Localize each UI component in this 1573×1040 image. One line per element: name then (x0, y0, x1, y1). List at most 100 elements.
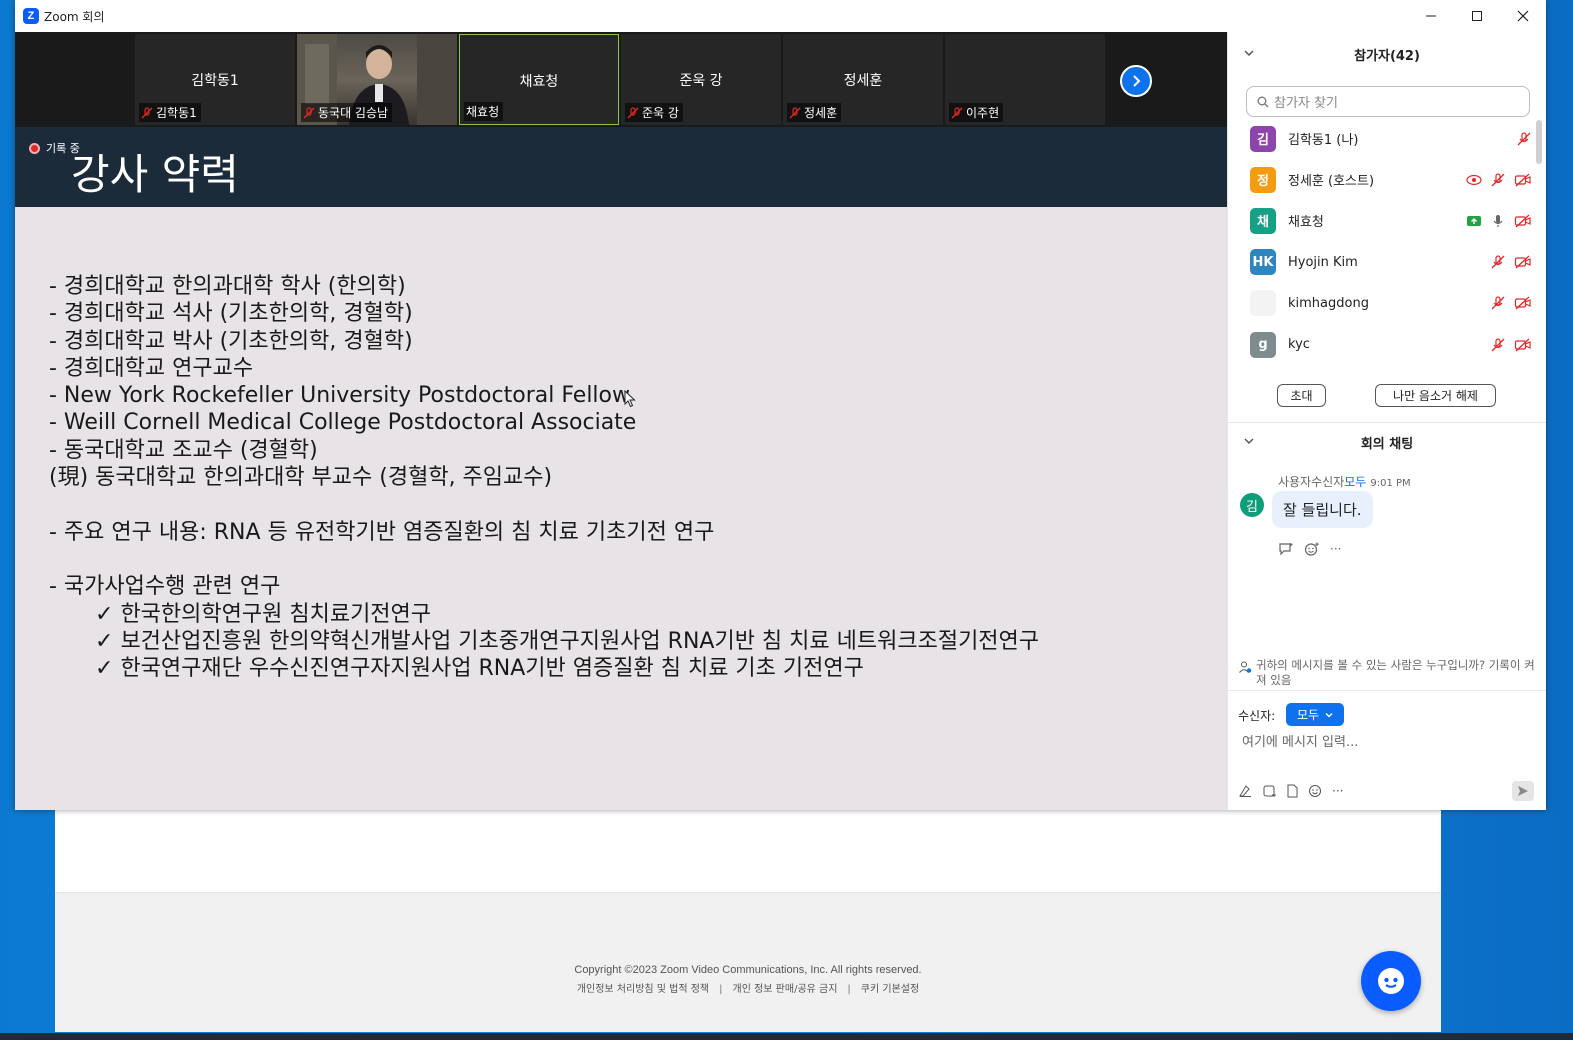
title-bar: Z Zoom 회의 (15, 0, 1546, 32)
video-off-icon[interactable] (1514, 172, 1532, 188)
chat-message-input[interactable] (1242, 731, 1532, 753)
mic-muted-icon[interactable] (1490, 337, 1506, 353)
chevron-down-icon[interactable] (1244, 48, 1254, 58)
chat-compose: 수신자: 모두 ··· (1228, 690, 1546, 810)
video-off-icon[interactable] (1514, 337, 1532, 353)
video-tile[interactable]: 이주현 (945, 34, 1105, 125)
maximize-button[interactable] (1454, 0, 1500, 32)
slide-check-item: ✓ 한국한의학연구원 침치료기전연구 (49, 601, 1039, 628)
slide-line: - 주요 연구 내용: RNA 등 유전학기반 염증질환의 침 치료 기초기전 … (49, 519, 715, 545)
browser-page: Copyright ©2023 Zoom Video Communication… (55, 810, 1441, 1032)
help-chat-button[interactable] (1361, 951, 1421, 1011)
search-placeholder: 참가자 찾기 (1274, 96, 1338, 111)
participant-avatar: 채 (1250, 207, 1276, 234)
chevron-down-icon[interactable] (1244, 436, 1254, 446)
footer-link-do-not-sell[interactable]: 개인 정보 판매/공유 금지 (733, 984, 838, 995)
chat-recipient[interactable]: 모두 (1344, 475, 1366, 489)
shared-screen-slide: 기록 중 강사 약력 - 경희대학교 한의과대학 학사 (한의학) - 경희대학… (15, 127, 1227, 810)
chatbot-icon (1378, 968, 1404, 994)
footer-separator: | (847, 984, 851, 995)
chat-header: 회의 채팅 (1228, 422, 1546, 462)
format-text-icon[interactable] (1238, 784, 1253, 798)
tile-name-label: 동국대 김승남 (301, 103, 393, 122)
gallery-next-button[interactable] (1120, 65, 1152, 97)
participant-avatar: 김 (1250, 125, 1276, 152)
slide-spacer (49, 546, 1039, 573)
slide-check-item: ✓ 한국연구재단 우수신진연구자지원사업 RNA기반 염증질환 침 치료 기초 … (49, 655, 1039, 682)
slide-line: - 경희대학교 한의과대학 학사 (한의학) (49, 274, 406, 299)
video-tile[interactable]: 동국대 김승남 (297, 34, 457, 125)
participant-list: 김 김학동1 (나) 정 정세훈 (호스트) 채 채효청 HK Hyojin K… (1228, 118, 1546, 365)
more-tools-icon[interactable]: ··· (1332, 784, 1343, 798)
send-button[interactable] (1512, 781, 1534, 801)
participant-row[interactable]: 김 김학동1 (나) (1228, 118, 1546, 159)
participant-row[interactable]: kimhagdong (1228, 283, 1546, 324)
participant-status (1490, 254, 1532, 270)
video-off-icon[interactable] (1514, 254, 1532, 270)
zoom-logo-icon: Z (23, 8, 39, 24)
participant-list-scrollbar[interactable] (1536, 120, 1542, 164)
emoji-icon[interactable] (1308, 784, 1323, 798)
participant-avatar: HK (1250, 249, 1276, 276)
close-button[interactable] (1500, 0, 1546, 32)
participant-name: kimhagdong (1288, 295, 1369, 311)
chat-sender: 사용자수신자 (1278, 475, 1345, 489)
mic-muted-icon (951, 106, 963, 118)
video-tile[interactable]: 김학동1 김학동1 (135, 34, 295, 125)
add-reaction-icon[interactable] (1304, 542, 1320, 556)
slide-line: - 경희대학교 석사 (기초한의학, 경혈학) (49, 301, 413, 327)
screen-share-icon (1467, 215, 1481, 226)
reply-icon[interactable] (1278, 542, 1294, 556)
more-options-icon[interactable]: ··· (1330, 542, 1341, 556)
mic-muted-icon[interactable] (1516, 131, 1532, 147)
window-title: Zoom 회의 (44, 9, 105, 24)
participants-header: 참가자(42) (1228, 34, 1546, 74)
minimize-button[interactable] (1408, 0, 1454, 32)
participant-avatar: g (1250, 331, 1276, 358)
unmute-me-button[interactable]: 나만 음소거 해제 (1375, 384, 1496, 407)
slide-line: - 경희대학교 박사 (기초한의학, 경혈학) (49, 328, 413, 354)
video-off-icon[interactable] (1514, 295, 1532, 311)
video-tile-active-speaker[interactable]: 채효청 채효청 (459, 34, 619, 125)
footer-link-cookies[interactable]: 쿠키 기본설정 (861, 984, 919, 995)
tile-display-name: 정세훈 (843, 73, 883, 89)
close-icon (1517, 10, 1529, 22)
invite-button[interactable]: 초대 (1277, 384, 1326, 407)
participant-row[interactable]: 정 정세훈 (호스트) (1228, 159, 1546, 200)
tile-display-name: 김학동1 (191, 73, 239, 89)
tile-name-label: 정세훈 (787, 103, 842, 122)
participant-row[interactable]: 채 채효청 (1228, 200, 1546, 241)
slide-check-item: ✓ 보건산업진흥원 한의약혁신개발사업 기초중개연구지원사업 RNA기반 침 치… (49, 628, 1039, 655)
footer-link-privacy[interactable]: 개인정보 처리방침 및 법적 정책 (577, 984, 709, 995)
compose-toolbar: ··· (1238, 784, 1343, 798)
chat-privacy-note[interactable]: 귀하의 메시지를 볼 수 있는 사람은 누구입니까? 기록이 켜져 있음 (1238, 658, 1538, 688)
minimize-icon (1426, 15, 1436, 17)
file-icon[interactable] (1286, 784, 1299, 798)
video-off-icon[interactable] (1514, 213, 1532, 229)
chat-title: 회의 채팅 (1360, 436, 1414, 452)
taskbar (0, 1033, 1573, 1040)
video-tile[interactable]: 정세훈 정세훈 (783, 34, 943, 125)
chat-message-bubble[interactable]: 잘 들립니다. (1272, 491, 1373, 528)
mic-on-icon[interactable] (1490, 213, 1506, 229)
screenshot-icon[interactable] (1262, 784, 1277, 798)
chat-sender-avatar: 김 (1240, 493, 1264, 517)
recipient-dropdown[interactable]: 모두 (1286, 703, 1344, 726)
recording-icon (1466, 174, 1482, 185)
page-footer: Copyright ©2023 Zoom Video Communication… (55, 892, 1441, 1032)
window-controls (1408, 0, 1546, 32)
participant-search[interactable]: 참가자 찾기 (1246, 86, 1530, 117)
video-tile[interactable]: 준욱 강 준욱 강 (621, 34, 781, 125)
recording-dot-icon (29, 142, 40, 154)
checkmark-icon: ✓ (95, 601, 121, 627)
chat-message-actions: ··· (1278, 542, 1341, 556)
participant-status (1466, 172, 1532, 188)
mic-muted-icon[interactable] (1490, 254, 1506, 270)
mic-muted-icon[interactable] (1490, 295, 1506, 311)
tile-display-name: 준욱 강 (679, 73, 723, 89)
slide-line: - 국가사업수행 관련 연구 (49, 574, 281, 600)
participants-title: 참가자(42) (1354, 48, 1420, 64)
mic-muted-icon[interactable] (1490, 172, 1506, 188)
participant-row[interactable]: HK Hyojin Kim (1228, 242, 1546, 283)
participant-row[interactable]: g kyc (1228, 324, 1546, 365)
